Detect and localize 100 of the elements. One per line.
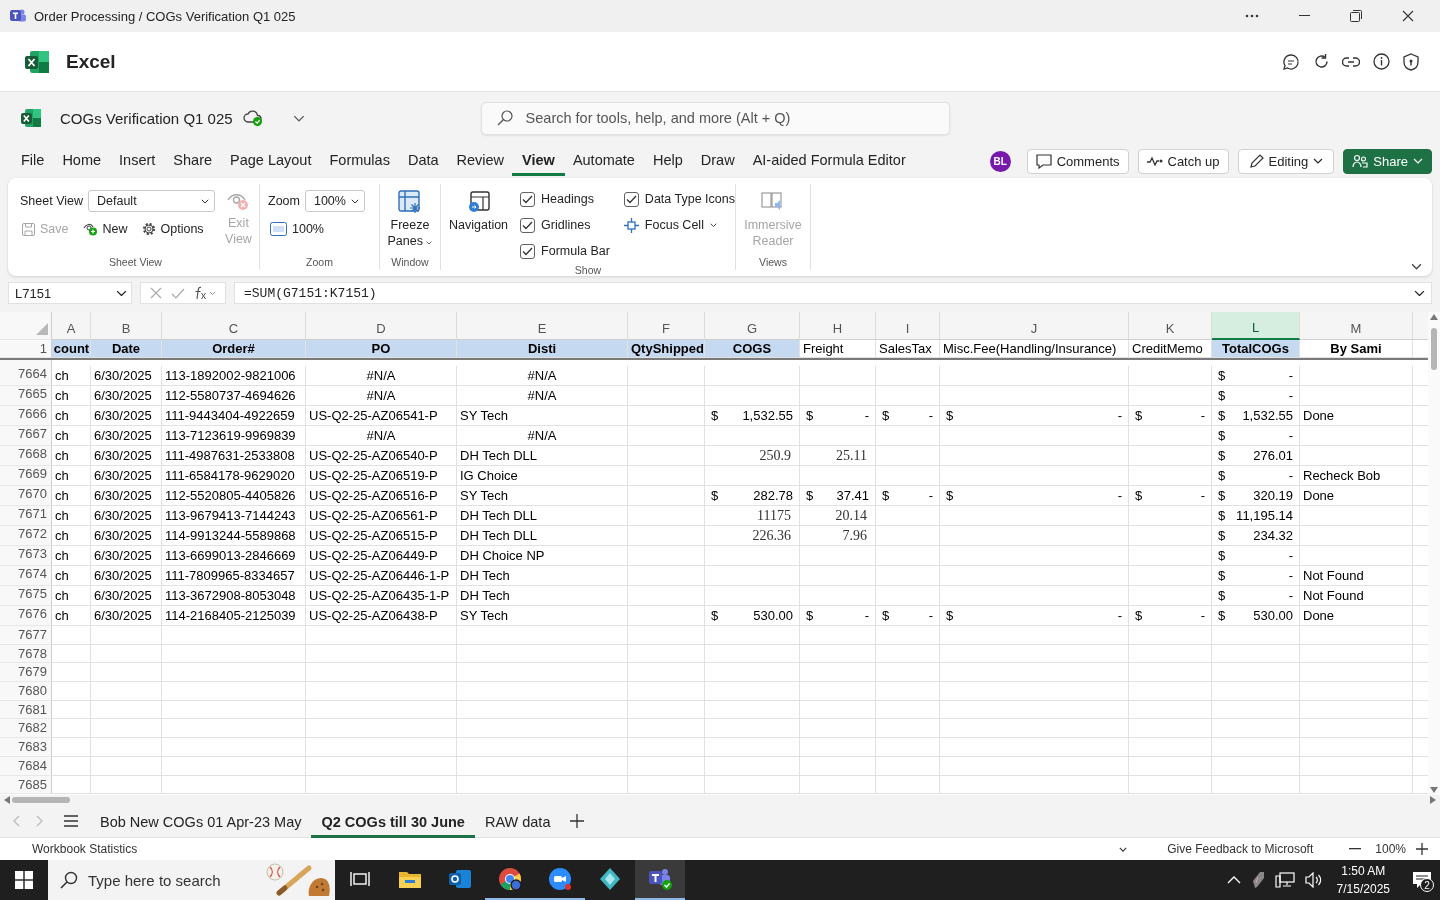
sheet-view-dropdown[interactable]: Default (88, 190, 215, 212)
browser-icon[interactable] (498, 867, 522, 891)
menu-icon[interactable] (64, 815, 78, 827)
zoom-dropdown[interactable]: 100% (304, 190, 365, 212)
network-icon[interactable] (1274, 872, 1295, 888)
share-button[interactable]: Share (1343, 148, 1432, 174)
menu-tab[interactable]: Insert (109, 148, 166, 176)
row-header[interactable]: 7675 (0, 586, 52, 606)
row-header[interactable]: 7673 (0, 546, 52, 566)
column-header[interactable]: H (800, 312, 876, 340)
row-header[interactable]: 7670 (0, 486, 52, 506)
function-icon[interactable] (194, 286, 217, 300)
focus-cell-button[interactable]: Focus Cell (623, 212, 735, 238)
user-avatar[interactable]: BL (989, 150, 1011, 172)
row-header[interactable]: 1 (0, 340, 52, 358)
row-header[interactable]: 7682 (0, 719, 52, 739)
scrollbar-thumb[interactable] (12, 797, 70, 803)
menu-tab[interactable]: Formulas (319, 148, 400, 176)
scroll-down-icon[interactable] (1430, 787, 1438, 793)
checkbox[interactable] (623, 191, 639, 207)
notifications-button[interactable]: 2 (1404, 860, 1440, 900)
navigation-button[interactable]: Navigation (449, 190, 509, 264)
search-field[interactable]: Type here to search (48, 860, 335, 900)
menu-tab[interactable]: Share (163, 148, 223, 176)
chevron-down-icon[interactable] (1411, 263, 1422, 270)
pen-app-icon[interactable] (1250, 871, 1265, 889)
freeze-panes-button[interactable]: Freeze Panes (387, 190, 433, 256)
comments-button[interactable]: Comments (1026, 148, 1129, 174)
feedback-link[interactable]: Give Feedback to Microsoft (1167, 842, 1314, 856)
catch-up-button[interactable]: Catch up (1137, 148, 1229, 174)
column-header[interactable]: J (940, 312, 1129, 340)
sheet-tab[interactable]: RAW data (474, 807, 561, 838)
row-header[interactable]: 7674 (0, 566, 52, 586)
task-view-icon[interactable] (350, 870, 370, 888)
folder-icon[interactable] (398, 869, 422, 889)
table-cell (876, 700, 940, 720)
scroll-left-icon[interactable] (4, 796, 10, 804)
row-header[interactable]: 7665 (0, 386, 52, 406)
checkbox[interactable] (520, 191, 536, 207)
volume-icon[interactable] (1304, 872, 1323, 888)
new-button[interactable]: New (80, 220, 130, 238)
row-header[interactable]: 7672 (0, 526, 52, 546)
table-cell (876, 546, 940, 566)
editing-button[interactable]: Editing (1237, 148, 1335, 174)
menu-tab[interactable]: Draw (690, 148, 745, 176)
add-sheet-icon[interactable] (570, 814, 585, 828)
focus-cell-icon (623, 217, 639, 233)
chevron-down-icon (1414, 289, 1425, 297)
search-field[interactable]: Search for tools, help, and more (Alt + Q) (480, 101, 950, 135)
scrollbar-thumb[interactable] (1431, 327, 1437, 370)
table-cell (876, 446, 940, 466)
start-icon[interactable] (15, 871, 33, 889)
menu-tab[interactable]: File (11, 148, 55, 176)
menu-tab[interactable]: Page Layout (220, 148, 322, 176)
row-header[interactable]: 7679 (0, 663, 52, 683)
row-header[interactable]: 7671 (0, 506, 52, 526)
scroll-right-icon[interactable] (1430, 796, 1436, 804)
column-header[interactable]: L (1212, 312, 1300, 340)
zoom-in-icon[interactable] (1416, 843, 1428, 855)
video-app-icon[interactable] (547, 866, 573, 892)
column-header[interactable]: M (1300, 312, 1413, 340)
name-box[interactable]: L7151 (8, 282, 132, 304)
row-header[interactable]: 7668 (0, 446, 52, 466)
pulse-icon (1146, 156, 1163, 166)
row-header[interactable]: 7680 (0, 682, 52, 701)
checkbox[interactable] (520, 243, 536, 259)
menu-tab[interactable]: Review (446, 148, 515, 176)
mail-app-icon[interactable] (448, 868, 472, 890)
table-cell: #N/A (306, 386, 457, 406)
row-header[interactable]: 7677 (0, 626, 52, 645)
clock-time[interactable]: 1:50 AM (1341, 862, 1386, 880)
options-button[interactable]: Options (139, 220, 206, 238)
chevron-up-icon[interactable] (1226, 876, 1241, 884)
row-header[interactable]: 7667 (0, 426, 52, 446)
clock-date[interactable]: 7/15/2025 (1336, 880, 1390, 898)
row-header[interactable]: 7683 (0, 738, 52, 757)
row-header[interactable]: 7669 (0, 466, 52, 486)
menu-tab[interactable]: AI-aided Formula Editor (742, 148, 916, 176)
sheet-tab[interactable]: Bob New COGs 01 Apr-23 May (90, 807, 312, 838)
menu-tab[interactable]: Data (397, 148, 449, 176)
row-header[interactable]: 7666 (0, 406, 52, 426)
menu-tab[interactable]: Automate (562, 148, 645, 176)
chat-app-icon[interactable] (647, 867, 673, 891)
formula-field[interactable]: =SUM(G7151:K7151) (234, 282, 1432, 304)
checkbox[interactable] (520, 217, 536, 233)
cube-app-icon[interactable] (598, 867, 622, 891)
row-header[interactable]: 7676 (0, 606, 52, 626)
menu-tab[interactable]: Home (52, 148, 112, 176)
column-header[interactable]: I (876, 312, 940, 340)
menu-tab[interactable]: Help (642, 148, 693, 176)
row-header[interactable]: 7664 (0, 366, 52, 386)
table-cell: SY Tech (457, 406, 628, 426)
chevron-down-icon[interactable] (292, 114, 305, 122)
status-text[interactable]: Workbook Statistics (32, 842, 138, 856)
scroll-up-icon[interactable] (1430, 314, 1438, 320)
table-cell (91, 626, 162, 645)
chevron-down-icon[interactable] (1119, 846, 1128, 852)
check-icon[interactable] (171, 287, 185, 299)
table-cell: Recheck Bob (1300, 466, 1413, 486)
zoom-100-button[interactable]: 100% (268, 220, 371, 238)
